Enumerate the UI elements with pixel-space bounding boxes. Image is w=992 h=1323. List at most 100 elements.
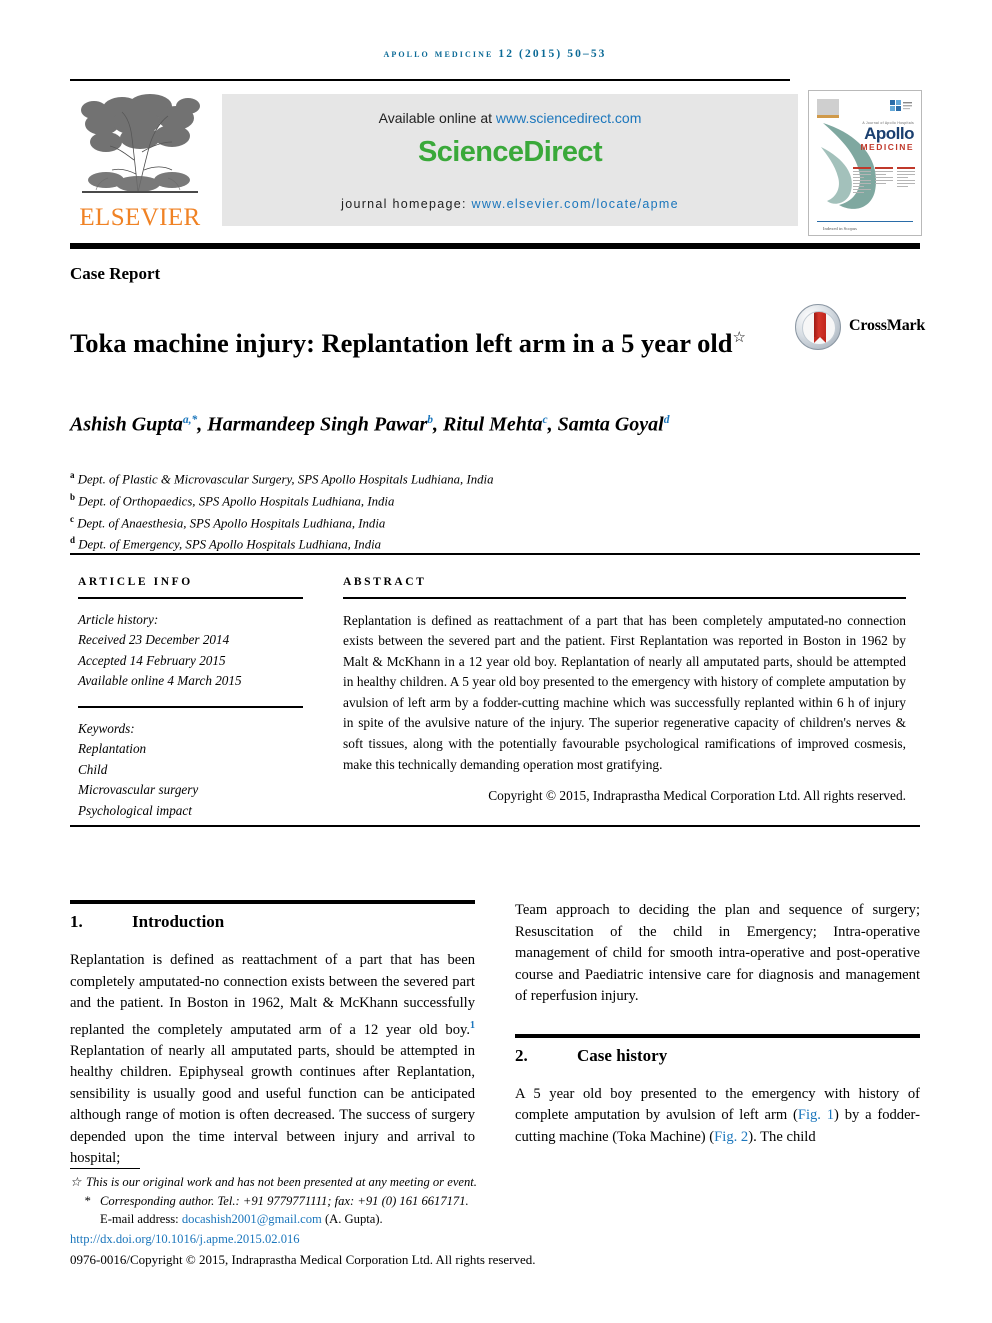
article-type-label: Case Report [70,264,161,283]
journal-masthead: ELSEVIER Available online at www.science… [70,86,922,236]
article-available-online-date: Available online 4 March 2015 [78,673,242,688]
article-received-date: Received 23 December 2014 [78,632,230,647]
affiliation-item: d Dept. of Emergency, SPS Apollo Hospita… [70,532,770,554]
journal-article-page: Apollo medicine 12 (2015) 50–53 [0,0,992,1323]
available-online-line: Available online at www.sciencedirect.co… [222,110,798,126]
keyword-item: Psychological impact [78,802,192,818]
elsevier-logo: ELSEVIER [70,86,210,234]
affiliation-text: Dept. of Anaesthesia, SPS Apollo Hospita… [77,515,386,530]
footnote-star-text: This is our original work and has not be… [86,1175,477,1189]
section-heading-case-history: 2. Case history [515,1046,920,1066]
case-history-text-c: ). The child [748,1128,816,1145]
section-rule [515,1033,920,1038]
footnote-email-line: E-mail address: docashish2001@gmail.com … [70,1210,920,1229]
keyword-item: Replantation [78,741,147,756]
figure-1-link[interactable]: Fig. 1 [798,1107,834,1123]
section-number: 2. [515,1045,528,1065]
cover-footnote: Indexed in Scopus [823,226,857,231]
sciencedirect-wordmark-text: ScienceDirect [417,136,603,168]
crossmark-badge[interactable]: CrossMark [795,304,925,352]
author-affiliation-marker: a,* [182,414,198,426]
introduction-paragraph: Replantation is defined as reattachment … [70,950,475,1170]
doi-link[interactable]: http://dx.doi.org/10.1016/j.apme.2015.02… [70,1230,920,1249]
keywords-label: Keywords: [78,720,135,736]
keywords-block: Keywords: Replantation Child Microvascul… [78,719,303,822]
cover-contents-column [853,167,871,213]
article-info-column: ARTICLE INFO Article history: Received 2… [78,576,303,821]
author-affiliation-marker: b [427,414,434,426]
journal-homepage-url-link[interactable]: www.elsevier.com/locate/apme [472,197,679,211]
keywords-rule [78,705,303,708]
masthead-bottom-rule [70,243,920,249]
abstract-copyright: Copyright © 2015, Indraprastha Medical C… [488,788,906,804]
body-column-left: 1. Introduction Replantation is defined … [70,900,475,1170]
affiliation-marker: b [70,491,76,502]
cover-title-block: A Journal of Apollo Hospitals Apollo MED… [860,121,914,152]
footnote-star: ☆ This is our original work and has not b… [70,1173,920,1192]
email-suffix: (A. Gupta). [321,1212,383,1227]
sciencedirect-url-link[interactable]: www.sciencedirect.com [496,110,642,126]
article-accepted-date: Accepted 14 February 2015 [78,652,226,668]
affiliation-text: Dept. of Orthopaedics, SPS Apollo Hospit… [78,494,395,509]
affiliation-marker: a [70,470,75,480]
reference-marker[interactable]: 1 [470,1020,475,1031]
author-affiliation-marker: d [663,414,670,426]
journal-homepage-line: journal homepage: www.elsevier.com/locat… [222,197,798,211]
affiliation-item: a Dept. of Plastic & Microvascular Surge… [70,467,770,489]
abstract-heading: ABSTRACT [343,576,427,588]
email-label: E-mail address: [100,1212,182,1227]
author-name: Ritul Mehta [443,413,543,436]
cover-contents-columns [853,167,915,213]
affiliation-item: c Dept. of Anaesthesia, SPS Apollo Hospi… [70,511,770,533]
page-footer: ☆ This is our original work and has not b… [70,1173,920,1269]
cover-subtitle: MEDICINE [860,142,914,152]
author-name: Harmandeep Singh Pawar [207,413,428,436]
footnote-corresponding-marker: * [84,1193,91,1208]
author-name: Ashish Gupta [70,413,183,436]
section-rule [70,900,475,904]
elsevier-tree-icon [81,94,200,193]
affiliation-list: a Dept. of Plastic & Microvascular Surge… [70,467,770,554]
elsevier-wordmark: ELSEVIER [79,204,201,231]
header-top-rule [70,79,790,81]
case-history-paragraph: A 5 year old boy presented to the emerge… [515,1084,920,1149]
crossmark-icon-inner [802,311,836,345]
email-link[interactable]: docashish2001@gmail.com [182,1212,322,1226]
section-number: 1. [70,912,83,931]
author-list: Ashish Guptaa,*, Harmandeep Singh Pawarb… [70,413,670,436]
journal-homepage-label: journal homepage: [341,197,472,211]
available-online-prefix: Available online at [378,110,496,126]
affiliation-marker: d [70,535,76,546]
keyword-item: Microvascular surgery [78,782,199,797]
affiliation-marker: c [70,513,74,524]
section-title: Introduction [132,912,225,931]
affiliation-text: Dept. of Plastic & Microvascular Surgery… [77,472,494,487]
issn-copyright-line: 0976-0016/Copyright © 2015, Indraprastha… [70,1251,536,1267]
figure-2-link[interactable]: Fig. 2 [714,1129,748,1145]
cover-footer-rule [817,221,913,222]
title-footnote-marker: ☆ [732,329,746,346]
introduction-text-a: Replantation is defined as reattachment … [70,952,475,1038]
article-info-heading: ARTICLE INFO [78,576,193,588]
section-title: Case history [577,1045,668,1065]
article-info-rule [78,597,303,599]
sciencedirect-wordmark[interactable]: ScienceDirect [222,136,798,169]
sciencedirect-banner: Available online at www.sciencedirect.co… [222,94,798,226]
crossmark-icon [795,304,841,350]
cover-emblem-icon [817,99,839,115]
affiliation-text: Dept. of Emergency, SPS Apollo Hospitals… [78,537,382,552]
abstract-rule [343,597,906,599]
article-history: Article history: Received 23 December 20… [78,610,303,692]
cover-publisher-logo-icon [890,100,912,111]
cover-title: Apollo [864,124,914,143]
footnote-star-marker: ☆ [70,1175,82,1189]
abstract-box-top-rule [70,553,920,555]
cover-contents-column [875,167,893,213]
body-column-right: Team approach to deciding the plan and s… [515,900,920,1148]
author-name: Samta Goyal [557,413,664,436]
cover-contents-column [897,167,915,213]
section-heading-introduction: 1. Introduction [70,912,475,932]
journal-cover-thumbnail[interactable]: A Journal of Apollo Hospitals Apollo MED… [808,90,922,236]
keyword-item: Child [78,761,108,777]
introduction-continued-paragraph: Team approach to deciding the plan and s… [515,902,920,1004]
